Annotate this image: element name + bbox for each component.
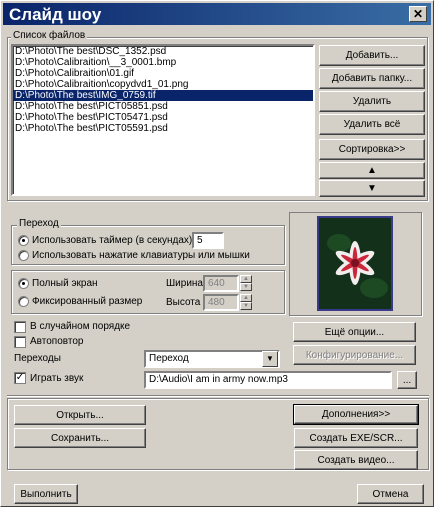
auto-repeat-label[interactable]: Автоповтор bbox=[30, 336, 83, 347]
window-title: Слайд шоу bbox=[9, 5, 102, 24]
play-sound-label[interactable]: Играть звук bbox=[30, 373, 83, 384]
file-list-group-label: Список файлов bbox=[11, 30, 88, 41]
width-spinner[interactable]: ▲ ▼ bbox=[240, 275, 252, 292]
width-label: Ширина bbox=[166, 278, 203, 289]
height-label: Высота bbox=[166, 297, 201, 308]
file-list-item[interactable]: D:\Photo\The best\PICT05591.psd bbox=[13, 123, 313, 134]
sound-path-input[interactable]: D:\Audio\I am in army now.mp3 bbox=[144, 371, 392, 389]
chevron-down-icon[interactable]: ▼ bbox=[262, 351, 278, 367]
file-list-item[interactable]: D:\Photo\The best\DSC_1352.psd bbox=[13, 46, 313, 57]
use-keys-label[interactable]: Использовать нажатие клавиатуры или мышк… bbox=[32, 250, 250, 261]
image-preview bbox=[317, 216, 393, 311]
play-sound-checkbox[interactable]: ✓ bbox=[14, 372, 26, 384]
run-button[interactable]: Выполнить bbox=[14, 484, 78, 504]
file-list-item[interactable]: D:\Photo\The best\PICT05851.psd bbox=[13, 101, 313, 112]
transitions-select[interactable]: Переход bbox=[144, 350, 280, 368]
use-timer-label[interactable]: Использовать таймер (в секундах) bbox=[32, 235, 192, 246]
width-spin-up[interactable]: ▲ bbox=[240, 275, 252, 283]
save-button[interactable]: Сохранить... bbox=[14, 428, 146, 448]
configure-button[interactable]: Конфигурирование... bbox=[293, 345, 416, 365]
sort-button[interactable]: Сортировка>> bbox=[319, 139, 425, 160]
fullscreen-label[interactable]: Полный экран bbox=[32, 278, 98, 289]
title-bar[interactable]: Слайд шоу ✕ bbox=[3, 3, 431, 25]
auto-repeat-checkbox[interactable] bbox=[14, 336, 26, 348]
use-keys-radio[interactable] bbox=[18, 250, 29, 261]
add-button[interactable]: Добавить... bbox=[319, 45, 425, 66]
file-list[interactable]: D:\Photo\The best\DSC_1352.psd D:\Photo\C… bbox=[11, 44, 315, 196]
close-button[interactable]: ✕ bbox=[409, 6, 427, 22]
create-video-button[interactable]: Создать видео... bbox=[294, 450, 418, 470]
random-order-checkbox[interactable] bbox=[14, 321, 26, 333]
open-button[interactable]: Открыть... bbox=[14, 405, 146, 425]
file-list-item[interactable]: D:\Photo\The best\PICT05471.psd bbox=[13, 112, 313, 123]
transitions-label: Переходы bbox=[14, 353, 61, 364]
width-spin-down[interactable]: ▼ bbox=[240, 283, 252, 291]
delete-button[interactable]: Удалить bbox=[319, 91, 425, 112]
slideshow-window: Слайд шоу ✕ Список файлов D:\Photo\The b… bbox=[0, 0, 434, 507]
height-spinner[interactable]: ▲ ▼ bbox=[240, 294, 252, 311]
lily-thumbnail bbox=[319, 218, 391, 309]
extras-button[interactable]: Дополнения>> bbox=[293, 404, 419, 425]
fullscreen-radio[interactable] bbox=[18, 278, 29, 289]
fixed-size-radio[interactable] bbox=[18, 296, 29, 307]
file-list-item[interactable]: D:\Photo\The best\IMG_0759.tif bbox=[13, 90, 313, 101]
transition-group-label: Переход bbox=[17, 218, 61, 229]
separator bbox=[7, 395, 429, 397]
file-list-item[interactable]: D:\Photo\Calibraition\copydvd1_01.png bbox=[13, 79, 313, 90]
height-spin-down[interactable]: ▼ bbox=[240, 302, 252, 310]
file-list-item[interactable]: D:\Photo\Calibraition\01.gif bbox=[13, 68, 313, 79]
browse-sound-button[interactable]: ... bbox=[397, 371, 417, 389]
more-options-button[interactable]: Ещё опции... bbox=[293, 322, 416, 342]
add-folder-button[interactable]: Добавить папку... bbox=[319, 68, 425, 89]
timer-seconds-input[interactable]: 5 bbox=[192, 232, 224, 249]
fixed-size-label[interactable]: Фиксированный размер bbox=[32, 296, 142, 307]
random-order-label[interactable]: В случайном порядке bbox=[30, 321, 130, 332]
create-exe-button[interactable]: Создать EXE/SCR... bbox=[294, 428, 418, 448]
use-timer-radio[interactable] bbox=[18, 235, 29, 246]
delete-all-button[interactable]: Удалить всё bbox=[319, 114, 425, 135]
cancel-button[interactable]: Отмена bbox=[357, 484, 424, 504]
height-spin-up[interactable]: ▲ bbox=[240, 294, 252, 302]
move-down-button[interactable]: ▼ bbox=[319, 180, 425, 197]
width-input[interactable]: 640 bbox=[203, 275, 239, 292]
file-list-item[interactable]: D:\Photo\Calibraition\__3_0001.bmp bbox=[13, 57, 313, 68]
height-input[interactable]: 480 bbox=[203, 294, 239, 311]
move-up-button[interactable]: ▲ bbox=[319, 162, 425, 179]
